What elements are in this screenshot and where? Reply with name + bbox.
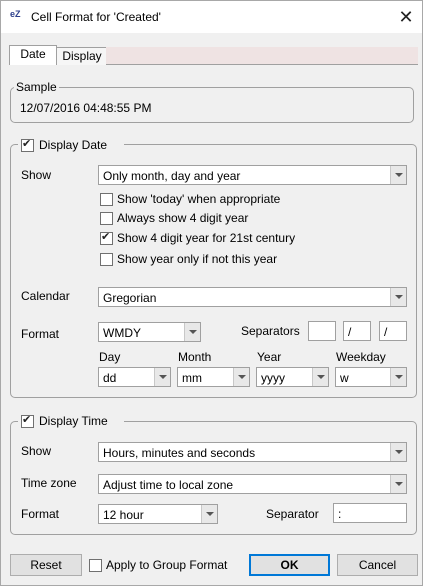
display-time-checkbox[interactable] xyxy=(21,413,34,428)
timezone-label: Time zone xyxy=(21,476,77,490)
date-format-label: Format xyxy=(21,327,60,341)
option-year-not-this-year-checkbox[interactable] xyxy=(100,253,113,266)
tab-strip-line xyxy=(106,64,418,65)
separator-3-value: / xyxy=(384,325,388,339)
calendar-value: Gregorian xyxy=(103,291,157,305)
date-show-select[interactable]: Only month, day and year xyxy=(98,165,407,185)
chevron-down-icon xyxy=(390,443,406,461)
window-title: Cell Format for 'Created' xyxy=(31,10,161,24)
separator-2-input[interactable]: / xyxy=(343,321,371,341)
date-format-value: WMDY xyxy=(103,326,141,340)
chevron-down-icon xyxy=(233,368,249,386)
separators-label: Separators xyxy=(241,324,300,338)
time-format-label: Format xyxy=(21,507,60,521)
month-label: Month xyxy=(178,350,212,364)
date-show-value: Only month, day and year xyxy=(103,169,241,183)
year-select[interactable]: yyyy xyxy=(256,367,329,387)
year-label: Year xyxy=(257,350,282,364)
reset-button[interactable]: Reset xyxy=(10,554,82,576)
sample-value: 12/07/2016 04:48:55 PM xyxy=(20,101,152,115)
option-4digit-checkbox[interactable] xyxy=(100,212,113,225)
month-select[interactable]: mm xyxy=(177,367,250,387)
time-format-value: 12 hour xyxy=(103,508,144,522)
time-show-select[interactable]: Hours, minutes and seconds xyxy=(98,442,407,462)
chevron-down-icon xyxy=(390,288,406,306)
month-value: mm xyxy=(182,371,202,385)
chevron-down-icon xyxy=(390,166,406,184)
year-value: yyyy xyxy=(261,371,285,385)
display-date-checkbox[interactable] xyxy=(21,137,34,152)
weekday-label: Weekday xyxy=(336,350,386,364)
display-date-label: Display Date xyxy=(39,138,108,152)
tab-strip-bg xyxy=(106,47,418,64)
time-format-select[interactable]: 12 hour xyxy=(98,504,218,524)
display-time-label: Display Time xyxy=(39,414,108,428)
option-show-today-label: Show 'today' when appropriate xyxy=(117,192,281,206)
apply-group-label: Apply to Group Format xyxy=(106,558,228,572)
chevron-down-icon xyxy=(312,368,328,386)
date-format-select[interactable]: WMDY xyxy=(98,322,201,342)
chevron-down-icon xyxy=(390,368,406,386)
dialog-window: eZ Cell Format for 'Created' ✕ Date Disp… xyxy=(0,0,423,586)
option-21st-century-label: Show 4 digit year for 21st century xyxy=(117,231,296,245)
weekday-select[interactable]: w xyxy=(335,367,407,387)
time-separator-input[interactable]: : xyxy=(333,503,407,523)
option-show-today-checkbox[interactable] xyxy=(100,193,113,206)
option-21st-century-checkbox[interactable] xyxy=(100,230,113,245)
apply-group-checkbox[interactable] xyxy=(89,559,102,572)
time-show-value: Hours, minutes and seconds xyxy=(103,446,256,460)
calendar-label: Calendar xyxy=(21,289,70,303)
chevron-down-icon xyxy=(154,368,170,386)
calendar-select[interactable]: Gregorian xyxy=(98,287,407,307)
close-icon[interactable]: ✕ xyxy=(393,5,419,29)
timezone-select[interactable]: Adjust time to local zone xyxy=(98,474,407,494)
tab-display[interactable]: Display xyxy=(56,47,108,65)
weekday-value: w xyxy=(340,371,349,385)
day-value: dd xyxy=(103,371,117,385)
chevron-down-icon xyxy=(201,505,217,523)
tab-date[interactable]: Date xyxy=(9,45,57,65)
day-label: Day xyxy=(99,350,121,364)
chevron-down-icon xyxy=(184,323,200,341)
time-show-label: Show xyxy=(21,444,52,458)
chevron-down-icon xyxy=(390,475,406,493)
option-4digit-label: Always show 4 digit year xyxy=(117,211,249,225)
cancel-button[interactable]: Cancel xyxy=(337,554,418,576)
timezone-value: Adjust time to local zone xyxy=(103,478,234,492)
time-separator-label: Separator xyxy=(266,507,319,521)
ok-button[interactable]: OK xyxy=(249,554,330,576)
option-year-not-this-year-label: Show year only if not this year xyxy=(117,252,278,266)
sample-legend: Sample xyxy=(14,80,59,94)
time-separator-value: : xyxy=(338,507,342,521)
separator-1-input[interactable] xyxy=(308,321,336,341)
day-select[interactable]: dd xyxy=(98,367,171,387)
date-show-label: Show xyxy=(21,168,52,182)
app-icon: eZ xyxy=(10,9,21,19)
separator-3-input[interactable]: / xyxy=(379,321,407,341)
separator-2-value: / xyxy=(348,325,352,339)
